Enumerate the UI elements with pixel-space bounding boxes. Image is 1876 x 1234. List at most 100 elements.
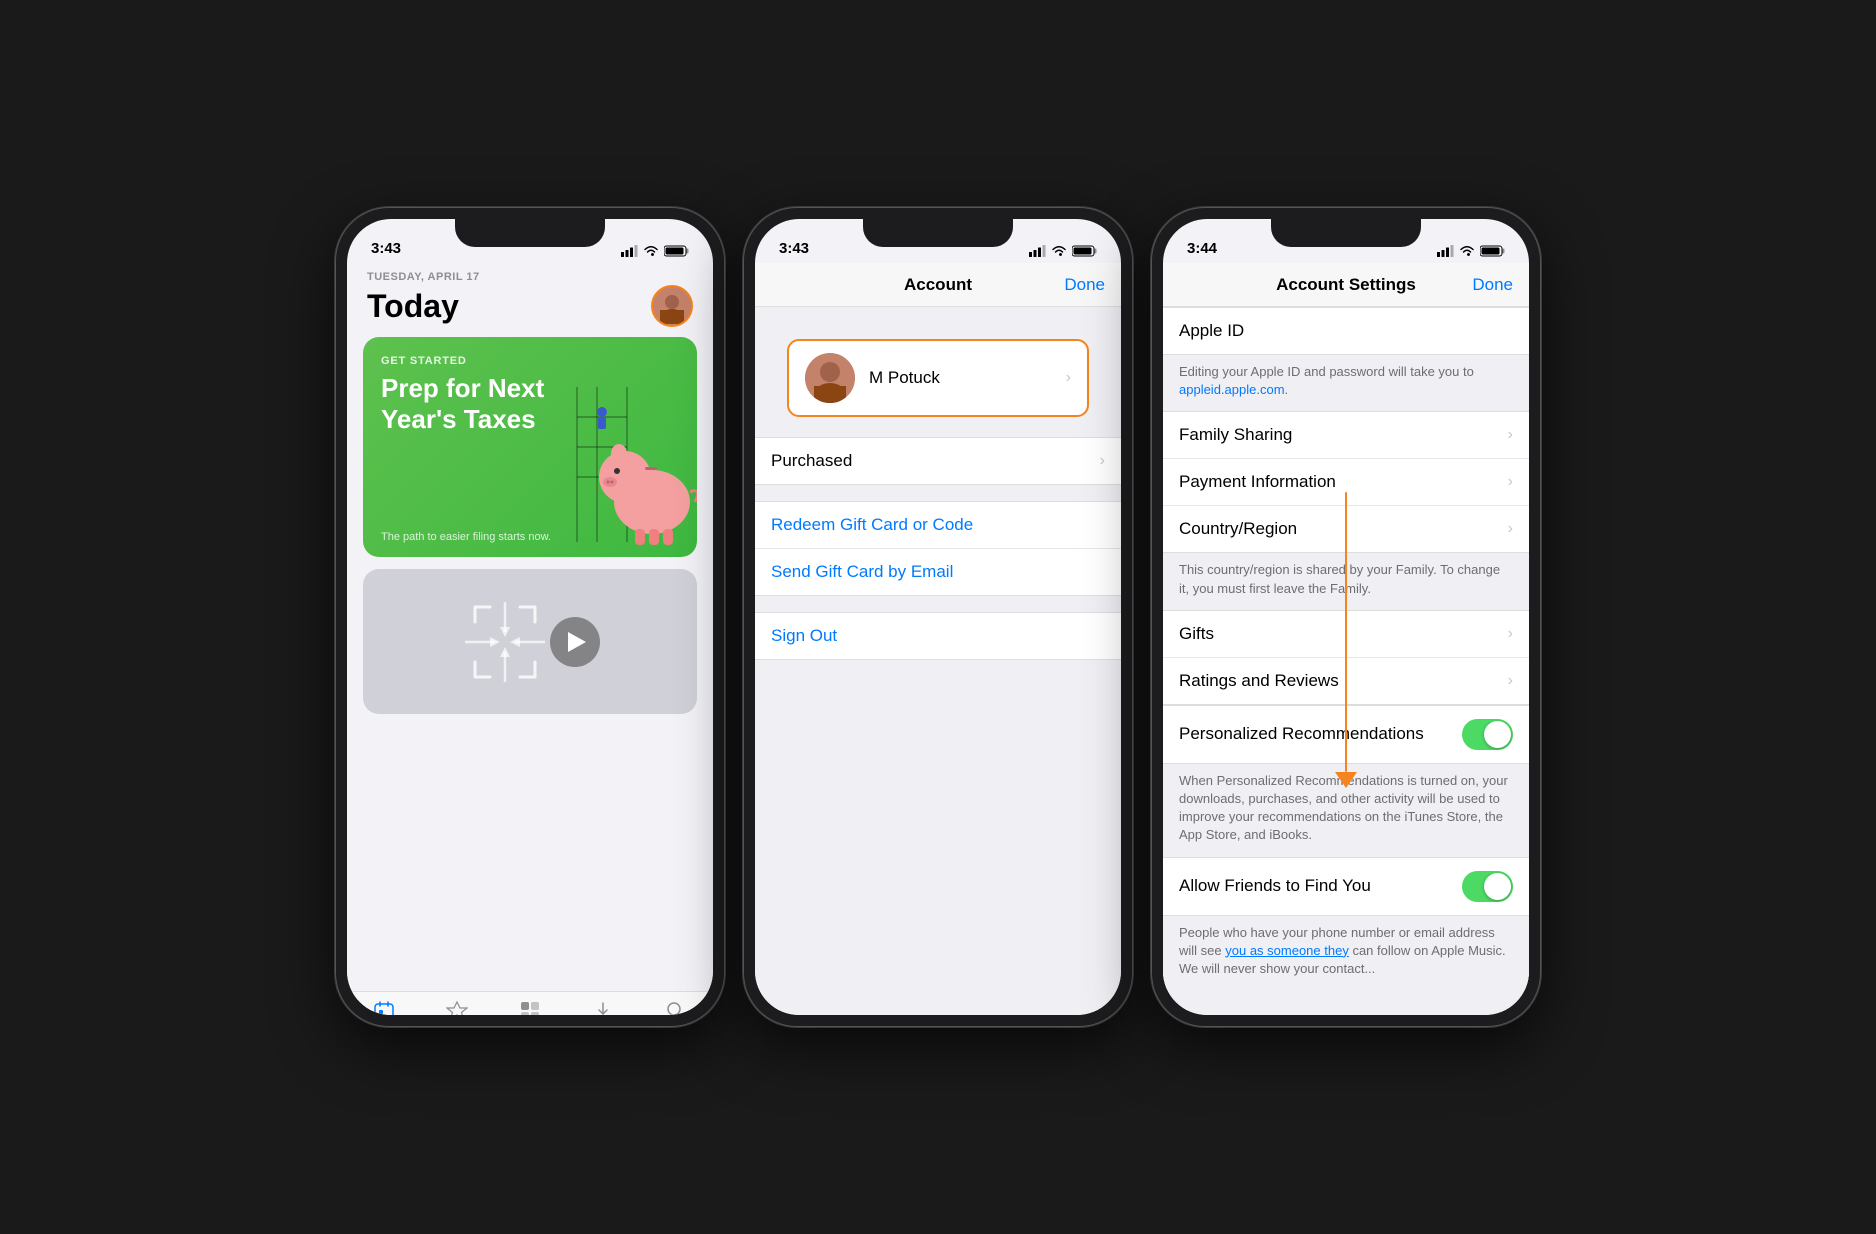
country-region-row[interactable]: Country/Region ›: [1163, 506, 1529, 552]
signal-icon: [621, 245, 638, 257]
allow-friends-note: People who have your phone number or ema…: [1163, 916, 1529, 991]
tab-bar: Today Games Apps: [347, 991, 713, 1015]
personalized-section: Personalized Recommendations When Person…: [1163, 705, 1529, 857]
apple-id-row[interactable]: Apple ID: [1163, 308, 1529, 354]
personalized-group: Personalized Recommendations: [1163, 705, 1529, 764]
apps-tab-icon: [519, 1000, 541, 1015]
card-label: GET STARTED: [381, 355, 467, 367]
personalized-note: When Personalized Recommendations is tur…: [1163, 764, 1529, 857]
updates-icon: [592, 1000, 614, 1015]
tab-updates[interactable]: Updates: [567, 1000, 640, 1015]
tab-apps[interactable]: Apps: [493, 1000, 566, 1015]
piggy-illustration: [507, 357, 697, 557]
card-footer: The path to easier filing starts now.: [381, 531, 551, 543]
wifi-icon-3: [1459, 245, 1475, 257]
family-group: Family Sharing › Payment Information › C…: [1163, 411, 1529, 553]
today-date: Tuesday, April 17: [367, 271, 693, 283]
personalized-row[interactable]: Personalized Recommendations: [1163, 706, 1529, 763]
chevron-ratings-icon: ›: [1508, 672, 1513, 690]
battery-icon-3: [1480, 245, 1505, 257]
updates-tab-icon: [592, 1000, 614, 1015]
family-sharing-label: Family Sharing: [1179, 425, 1508, 445]
status-time-1: 3:43: [371, 240, 401, 257]
status-icons-2: [1029, 245, 1097, 257]
allow-friends-section: Allow Friends to Find You People who hav…: [1163, 857, 1529, 991]
signal-icon-3: [1437, 245, 1454, 257]
status-time-2: 3:43: [779, 240, 809, 257]
notch-3: [1271, 219, 1421, 247]
family-sharing-row[interactable]: Family Sharing ›: [1163, 412, 1529, 459]
redeem-gift-row[interactable]: Redeem Gift Card or Code: [755, 502, 1121, 549]
phone-3: 3:44 Account Settings Done: [1151, 207, 1541, 1027]
gifts-group: Gifts › Ratings and Reviews ›: [1163, 610, 1529, 705]
account-avatar: [805, 353, 855, 403]
notch-1: [455, 219, 605, 247]
games-tab-icon: [446, 1000, 468, 1015]
account-user-row[interactable]: M Potuck ›: [787, 339, 1089, 417]
tab-search[interactable]: Search: [640, 1000, 713, 1015]
apple-id-group: Apple ID: [1163, 307, 1529, 355]
personalized-toggle[interactable]: [1462, 719, 1513, 750]
settings-done-button[interactable]: Done: [1472, 275, 1513, 295]
play-button[interactable]: [550, 617, 600, 667]
video-card[interactable]: [363, 569, 697, 714]
phone2-screen: Account Done M P: [755, 263, 1121, 1015]
payment-info-label: Payment Information: [1179, 472, 1508, 492]
payment-info-row[interactable]: Payment Information ›: [1163, 459, 1529, 506]
send-gift-label: Send Gift Card by Email: [771, 562, 1105, 582]
redeem-gift-label: Redeem Gift Card or Code: [771, 515, 1105, 535]
status-icons-1: [621, 245, 689, 257]
allow-friends-row[interactable]: Allow Friends to Find You: [1163, 858, 1529, 915]
settings-body: Apple ID Editing your Apple ID and passw…: [1163, 307, 1529, 1015]
chevron-user-icon: ›: [1066, 369, 1071, 387]
chevron-purchased-icon: ›: [1100, 452, 1105, 470]
avatar-today[interactable]: [651, 285, 693, 327]
signout-section: Sign Out: [755, 612, 1121, 660]
today-header: Tuesday, April 17 Today: [347, 263, 713, 337]
play-triangle-icon: [568, 632, 586, 652]
account-done-button[interactable]: Done: [1064, 275, 1105, 295]
country-region-label: Country/Region: [1179, 519, 1508, 539]
user-avatar-icon-2: [805, 353, 855, 403]
today-icon: [373, 1000, 395, 1015]
ratings-label: Ratings and Reviews: [1179, 671, 1508, 691]
toggle-knob: [1484, 721, 1511, 748]
purchased-section: Purchased ›: [755, 437, 1121, 485]
tab-games[interactable]: Games: [420, 1000, 493, 1015]
gifts-row[interactable]: Gifts ›: [1163, 611, 1529, 658]
purchased-row[interactable]: Purchased ›: [755, 438, 1121, 484]
tab-today[interactable]: Today: [347, 1000, 420, 1015]
allow-friends-group: Allow Friends to Find You: [1163, 857, 1529, 916]
settings-nav-title: Account Settings: [1276, 275, 1416, 295]
piggy-bank-svg: [507, 357, 697, 557]
apple-id-section: Apple ID Editing your Apple ID and passw…: [1163, 307, 1529, 411]
today-title-row: Today: [367, 285, 693, 327]
phone3-screen: Account Settings Done Apple ID Editing y…: [1163, 263, 1529, 1015]
apple-id-link[interactable]: appleid.apple.com: [1179, 382, 1285, 397]
battery-icon: [664, 245, 689, 257]
chevron-family-icon: ›: [1508, 426, 1513, 444]
allow-friends-toggle[interactable]: [1462, 871, 1513, 902]
apps-icon: [519, 1000, 541, 1015]
chevron-payment-icon: ›: [1508, 473, 1513, 491]
signout-row[interactable]: Sign Out: [755, 613, 1121, 659]
apple-id-label: Apple ID: [1179, 321, 1513, 341]
signal-icon-2: [1029, 245, 1046, 257]
wifi-icon-2: [1051, 245, 1067, 257]
today-card[interactable]: GET STARTED Prep for Next Year's Taxes: [363, 337, 697, 557]
notch-2: [863, 219, 1013, 247]
account-nav-title: Account: [904, 275, 972, 295]
search-icon: [665, 1000, 687, 1015]
ratings-row[interactable]: Ratings and Reviews ›: [1163, 658, 1529, 704]
send-gift-row[interactable]: Send Gift Card by Email: [755, 549, 1121, 595]
allow-friends-toggle-knob: [1484, 873, 1511, 900]
today-tab-icon: [373, 1000, 395, 1015]
phone1-screen: Tuesday, April 17 Today: [347, 263, 713, 1015]
they-link[interactable]: you as someone they: [1225, 943, 1349, 958]
family-section: Family Sharing › Payment Information › C…: [1163, 411, 1529, 609]
gifts-label: Gifts: [1179, 624, 1508, 644]
status-icons-3: [1437, 245, 1505, 257]
signout-label: Sign Out: [771, 626, 1105, 646]
account-nav-bar: Account Done: [755, 263, 1121, 307]
phone-2: 3:43 Account Done: [743, 207, 1133, 1027]
